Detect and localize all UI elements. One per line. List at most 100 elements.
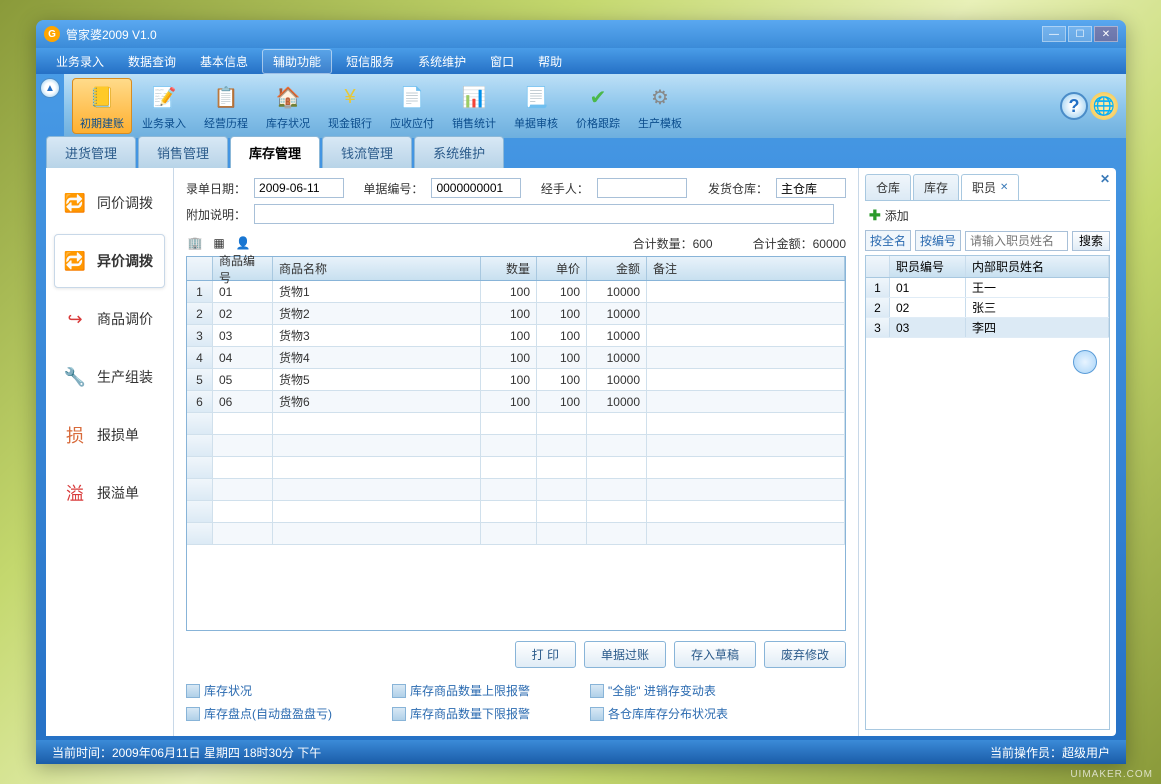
menu-item-0[interactable]: 业务录入	[46, 50, 114, 73]
rp-body[interactable]: 101王一202张三303李四	[866, 278, 1109, 338]
grid-body[interactable]: 101货物110010010000202货物210010010000303货物3…	[187, 281, 845, 630]
action-单据过账[interactable]: 单据过账	[584, 641, 666, 668]
grid-row[interactable]: 101货物110010010000	[187, 281, 845, 303]
action-row: 打 印单据过账存入草稿废弃修改	[186, 631, 846, 678]
person-icon[interactable]: 👤	[234, 234, 252, 252]
grid-row[interactable]: 404货物410010010000	[187, 347, 845, 369]
watermark: UIMAKER.COM	[1070, 769, 1153, 780]
menu-item-1[interactable]: 数据查询	[118, 50, 186, 73]
tab-close-icon[interactable]: ✕	[1000, 182, 1008, 193]
col-index[interactable]	[187, 257, 213, 280]
action-存入草稿[interactable]: 存入草稿	[674, 641, 756, 668]
rp-col-idx[interactable]	[866, 256, 890, 277]
grid-row[interactable]	[187, 501, 845, 523]
date-input[interactable]	[254, 178, 344, 198]
globe-icon[interactable]: 🌐	[1090, 92, 1118, 120]
link-item[interactable]: 库存商品数量上限报警	[392, 682, 530, 699]
sidebar-item-0[interactable]: 🔁同价调拨	[54, 176, 165, 230]
add-button[interactable]: ✚ 添加	[865, 201, 1110, 230]
rp-header: 职员编号 内部职员姓名	[866, 256, 1109, 278]
action-打 印[interactable]: 打 印	[515, 641, 576, 668]
tool-销售统计[interactable]: 📊销售统计	[444, 78, 504, 134]
sidebar-item-5[interactable]: 溢报溢单	[54, 466, 165, 520]
rp-col-name[interactable]: 内部职员姓名	[966, 256, 1109, 277]
grid-row[interactable]: 303货物310010010000	[187, 325, 845, 347]
main-tab-3[interactable]: 钱流管理	[322, 136, 412, 168]
col-qty[interactable]: 数量	[481, 257, 537, 280]
sidebar-item-2[interactable]: ↪商品调价	[54, 292, 165, 346]
col-price[interactable]: 单价	[537, 257, 587, 280]
filter-fullname[interactable]: 按全名	[865, 230, 911, 251]
grid-row[interactable]: 202货物210010010000	[187, 303, 845, 325]
menu-item-7[interactable]: 帮助	[528, 50, 572, 73]
grid-row[interactable]	[187, 523, 845, 545]
filter-code[interactable]: 按编号	[915, 230, 961, 251]
sidebar: 🔁同价调拨🔁异价调拨↪商品调价🔧生产组装损报损单溢报溢单	[46, 168, 174, 736]
rp-tab-1[interactable]: 库存	[913, 174, 959, 200]
grid-icon-2[interactable]: ▦	[210, 234, 228, 252]
tool-icon: 📒	[86, 81, 118, 113]
menu-item-3[interactable]: 辅助功能	[262, 49, 332, 74]
titlebar[interactable]: G 管家婆2009 V1.0 — ☐ ✕	[36, 20, 1126, 48]
grid-row[interactable]	[187, 457, 845, 479]
sidebar-item-3[interactable]: 🔧生产组装	[54, 350, 165, 404]
rp-row[interactable]: 303李四	[866, 318, 1109, 338]
rp-row[interactable]: 202张三	[866, 298, 1109, 318]
link-item[interactable]: 库存状况	[186, 682, 332, 699]
main-tab-1[interactable]: 销售管理	[138, 136, 228, 168]
tool-初期建账[interactable]: 📒初期建账	[72, 78, 132, 134]
link-item[interactable]: 库存盘点(自动盘盈盘亏)	[186, 705, 332, 722]
handler-input[interactable]	[597, 178, 687, 198]
col-name[interactable]: 商品名称	[273, 257, 481, 280]
note-input[interactable]	[254, 204, 834, 224]
tool-生产模板[interactable]: ⚙生产模板	[630, 78, 690, 134]
grid-icon-1[interactable]: 🏢	[186, 234, 204, 252]
grid-row[interactable]	[187, 479, 845, 501]
search-button[interactable]: 搜索	[1072, 231, 1110, 251]
rp-tab-0[interactable]: 仓库	[865, 174, 911, 200]
rp-row[interactable]: 101王一	[866, 278, 1109, 298]
link-item[interactable]: 库存商品数量下限报警	[392, 705, 530, 722]
menu-item-4[interactable]: 短信服务	[336, 50, 404, 73]
rp-tab-2[interactable]: 职员✕	[961, 174, 1019, 200]
grid-row[interactable]: 505货物510010010000	[187, 369, 845, 391]
grid-row[interactable]	[187, 413, 845, 435]
collapse-toolbar-button[interactable]: ▲	[40, 78, 60, 98]
col-code[interactable]: 商品编号	[213, 257, 273, 280]
sidebar-item-4[interactable]: 损报损单	[54, 408, 165, 462]
rp-col-code[interactable]: 职员编号	[890, 256, 966, 277]
grid-row[interactable]	[187, 435, 845, 457]
menu-item-5[interactable]: 系统维护	[408, 50, 476, 73]
tool-库存状况[interactable]: 🏠库存状况	[258, 78, 318, 134]
main-tab-4[interactable]: 系统维护	[414, 136, 504, 168]
link-item[interactable]: 各仓库库存分布状况表	[590, 705, 728, 722]
maximize-button[interactable]: ☐	[1068, 26, 1092, 42]
tool-icon: 📋	[210, 81, 242, 113]
main-tab-0[interactable]: 进货管理	[46, 136, 136, 168]
tool-现金银行[interactable]: ¥现金银行	[320, 78, 380, 134]
help-icon[interactable]: ?	[1060, 92, 1088, 120]
menu-item-2[interactable]: 基本信息	[190, 50, 258, 73]
tool-业务录入[interactable]: 📝业务录入	[134, 78, 194, 134]
tool-经营历程[interactable]: 📋经营历程	[196, 78, 256, 134]
tool-icon: ¥	[334, 81, 366, 113]
col-amt[interactable]: 金额	[587, 257, 647, 280]
side-icon: 🔧	[63, 365, 87, 389]
close-button[interactable]: ✕	[1094, 26, 1118, 42]
minimize-button[interactable]: —	[1042, 26, 1066, 42]
col-note[interactable]: 备注	[647, 257, 845, 280]
main-tab-2[interactable]: 库存管理	[230, 136, 320, 168]
sidebar-item-1[interactable]: 🔁异价调拨	[54, 234, 165, 288]
grid-row[interactable]: 606货物610010010000	[187, 391, 845, 413]
tool-icon: 📄	[396, 81, 428, 113]
tool-价格跟踪[interactable]: ✔价格跟踪	[568, 78, 628, 134]
search-input[interactable]	[965, 231, 1068, 251]
link-item[interactable]: "全能" 进销存变动表	[590, 682, 728, 699]
panel-close-icon[interactable]: ✕	[1100, 172, 1110, 186]
warehouse-input[interactable]	[776, 178, 846, 198]
tool-单据审核[interactable]: 📃单据审核	[506, 78, 566, 134]
action-废弃修改[interactable]: 废弃修改	[764, 641, 846, 668]
docno-input[interactable]	[431, 178, 521, 198]
tool-应收应付[interactable]: 📄应收应付	[382, 78, 442, 134]
menu-item-6[interactable]: 窗口	[480, 50, 524, 73]
